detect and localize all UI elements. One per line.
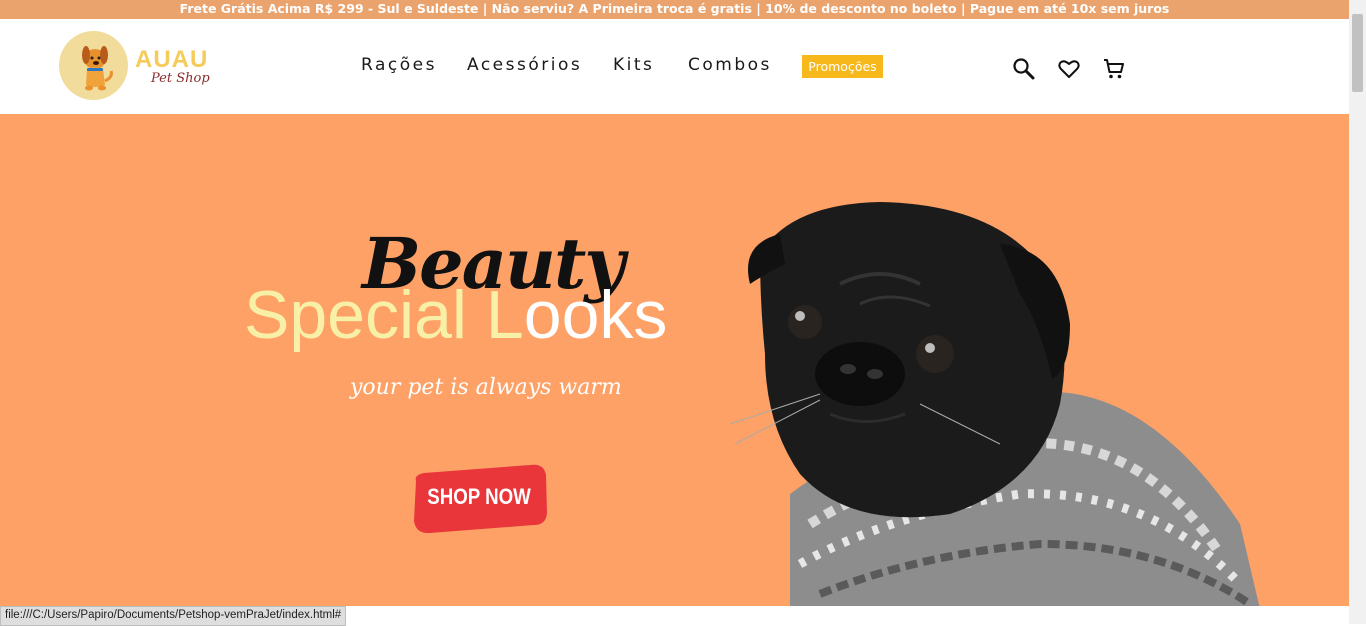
shop-now-button[interactable]: SHOP NOW (410, 463, 548, 533)
shop-now-label: SHOP NOW (427, 484, 531, 509)
dog-mascot-icon (82, 46, 113, 91)
hero-title-part2: ooks (523, 277, 668, 353)
hero-title-part1: Special L (244, 277, 524, 353)
browser-status-url: file:///C:/Users/Papiro/Documents/Petsho… (0, 606, 347, 626)
nav-item-racoes[interactable]: Rações (361, 55, 437, 75)
nav-item-combos[interactable]: Combos (688, 55, 772, 75)
logo-badge (59, 31, 128, 100)
pug-photo (729, 202, 1260, 606)
page-scrollbar[interactable] (1349, 0, 1366, 624)
logo-tagline: Pet Shop (151, 71, 210, 86)
nav-item-promocoes[interactable]: Promoções (802, 55, 883, 78)
shipping-banner: Frete Grátis Acima R$ 299 - Sul e Suldes… (0, 0, 1349, 19)
hero-subtitle: your pet is always warm (350, 375, 622, 400)
search-icon[interactable] (1012, 57, 1036, 81)
hero-banner: Beauty Special Looks your pet is always … (0, 114, 1349, 606)
scrollbar-thumb[interactable] (1352, 14, 1363, 92)
nav-item-acessorios[interactable]: Acessórios (467, 55, 582, 75)
cart-icon[interactable] (1102, 57, 1126, 81)
nav-item-kits[interactable]: Kits (613, 55, 654, 75)
heart-icon[interactable] (1057, 57, 1081, 81)
logo-wordmark: AUAU (135, 46, 209, 73)
site-logo[interactable]: AUAU Pet Shop (59, 31, 219, 101)
site-header: AUAU Pet Shop Rações Acessórios Kits Com… (0, 19, 1349, 114)
hero-title: Special Looks (244, 276, 667, 354)
